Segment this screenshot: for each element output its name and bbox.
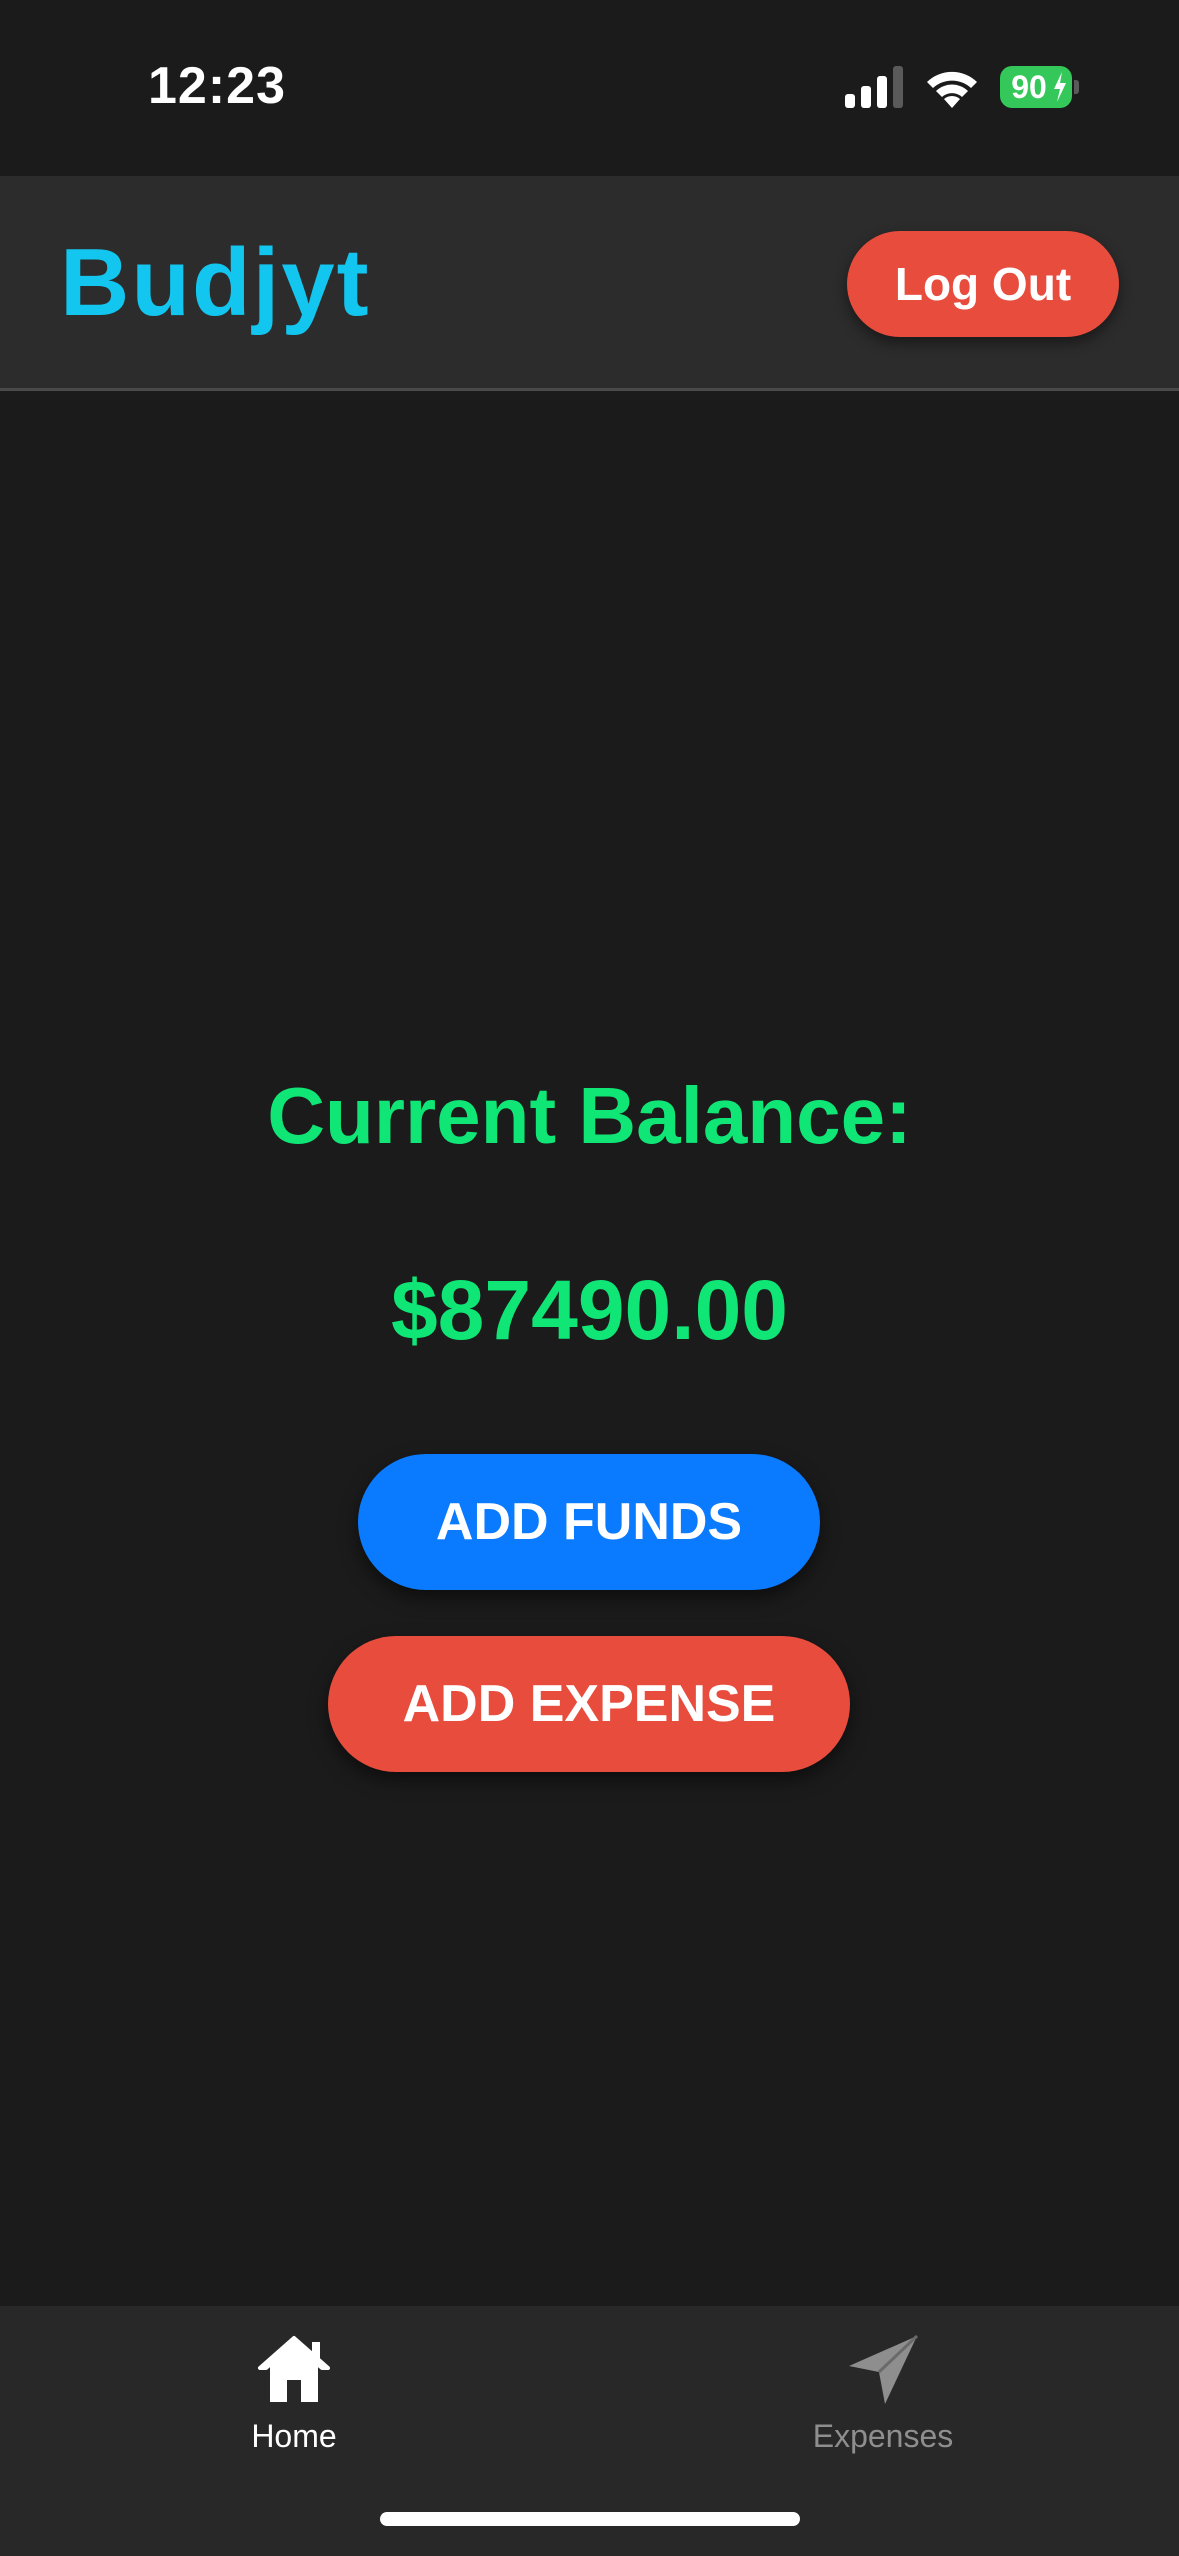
wifi-icon <box>927 71 977 108</box>
app-screen: 12:23 90 Budjyt Log Out Current Balance:… <box>0 0 1179 2556</box>
balance-amount: $87490.00 <box>390 1263 789 1357</box>
tab-expenses-label: Expenses <box>812 2418 954 2454</box>
battery-level: 90 <box>1011 69 1047 105</box>
add-funds-button[interactable]: ADD FUNDS <box>358 1454 820 1590</box>
battery-cap <box>1074 80 1079 94</box>
tab-expenses[interactable]: Expenses <box>733 2324 1033 2474</box>
charging-bolt-icon <box>1054 72 1066 102</box>
tab-home[interactable]: Home <box>144 2324 444 2474</box>
battery-charging-icon: 90 <box>1000 66 1080 108</box>
balance-label: Current Balance: <box>267 1071 912 1160</box>
app-title: Budjyt <box>60 229 371 336</box>
status-bar: 12:23 90 <box>0 0 1179 176</box>
app-header: Budjyt Log Out <box>0 176 1179 391</box>
paper-plane-icon <box>849 2334 919 2404</box>
tab-home-label: Home <box>251 2418 337 2454</box>
home-indicator <box>380 2512 800 2526</box>
logout-button[interactable]: Log Out <box>847 231 1119 337</box>
cellular-signal-icon <box>845 66 903 108</box>
house-icon <box>258 2336 330 2402</box>
status-time: 12:23 <box>148 57 286 115</box>
add-expense-button[interactable]: ADD EXPENSE <box>328 1636 850 1772</box>
